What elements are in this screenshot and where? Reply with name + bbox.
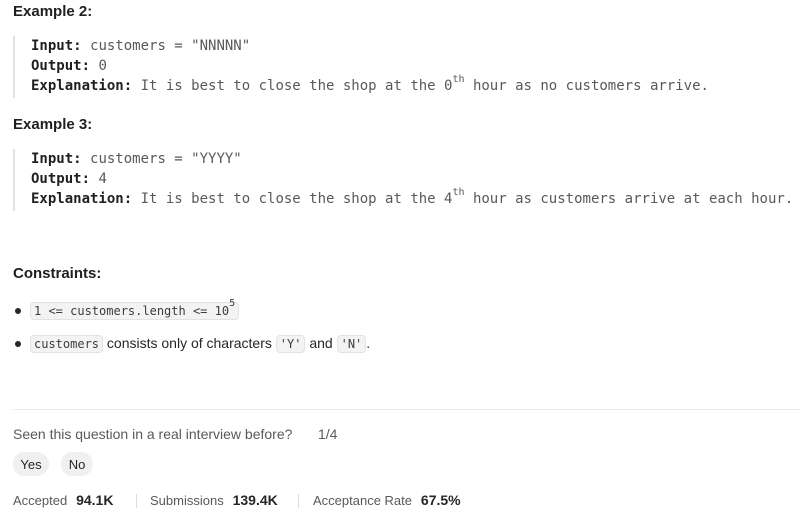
example-3-output-line: Output: 4 [31, 171, 107, 187]
example-3-input-line: Input: customers = "YYYY" [31, 151, 242, 167]
rate-value: 67.5% [420, 492, 461, 508]
example-2-explanation-line: Explanation: It is best to close the sho… [31, 74, 709, 94]
example-3-explanation-line: Explanation: It is best to close the sho… [31, 187, 794, 207]
bullet-icon [15, 341, 21, 347]
example-2-heading: Example 2: [13, 3, 93, 20]
yes-button[interactable]: Yes [13, 452, 49, 476]
explanation-text: It is best to close the shop at the 0th … [140, 74, 709, 94]
constraint-code-n: 'N' [336, 335, 367, 353]
stat-separator [136, 494, 137, 508]
explanation-label: Explanation: [31, 78, 133, 94]
output-label: Output: [31, 58, 91, 74]
question-counter: 1/4 [318, 426, 338, 442]
constraint-code-y: 'Y' [275, 335, 306, 353]
submissions-value: 139.4K [232, 492, 278, 508]
output-value: 4 [98, 171, 107, 187]
output-value: 0 [98, 58, 107, 74]
bullet-icon [15, 308, 21, 314]
stat-submissions: Submissions 139.4K [150, 492, 278, 510]
input-value: customers = "NNNNN" [90, 38, 251, 54]
accepted-label: Accepted [13, 493, 68, 508]
constraint-code: 1 <= customers.length <= 105 [30, 298, 240, 320]
example-2-block: Input: customers = "NNNNN" Output: 0 Exp… [13, 36, 805, 98]
constraint-item-characters: customers consists only of characters 'Y… [30, 335, 370, 353]
output-label: Output: [31, 171, 91, 187]
stat-accepted: Accepted 94.1K [13, 492, 113, 510]
input-label: Input: [31, 38, 82, 54]
constraint-item-length: 1 <= customers.length <= 105 [30, 298, 240, 320]
rate-label: Acceptance Rate [313, 493, 413, 508]
explanation-label: Explanation: [31, 191, 133, 207]
explanation-text: It is best to close the shop at the 4th … [140, 187, 794, 207]
stat-separator [298, 494, 299, 508]
interview-question: Seen this question in a real interview b… [13, 426, 293, 442]
input-label: Input: [31, 151, 82, 167]
example-3-block: Input: customers = "YYYY" Output: 4 Expl… [13, 149, 805, 211]
example-3-heading: Example 3: [13, 116, 93, 133]
section-divider [13, 409, 800, 410]
constraints-heading: Constraints: [13, 265, 102, 282]
example-2-output-line: Output: 0 [31, 58, 107, 74]
example-2-input-line: Input: customers = "NNNNN" [31, 38, 250, 54]
input-value: customers = "YYYY" [90, 151, 242, 167]
constraint-code: customers [30, 335, 104, 353]
no-button[interactable]: No [61, 452, 93, 476]
accepted-value: 94.1K [76, 492, 114, 508]
submissions-label: Submissions [150, 493, 224, 508]
stat-acceptance-rate: Acceptance Rate 67.5% [313, 492, 461, 510]
